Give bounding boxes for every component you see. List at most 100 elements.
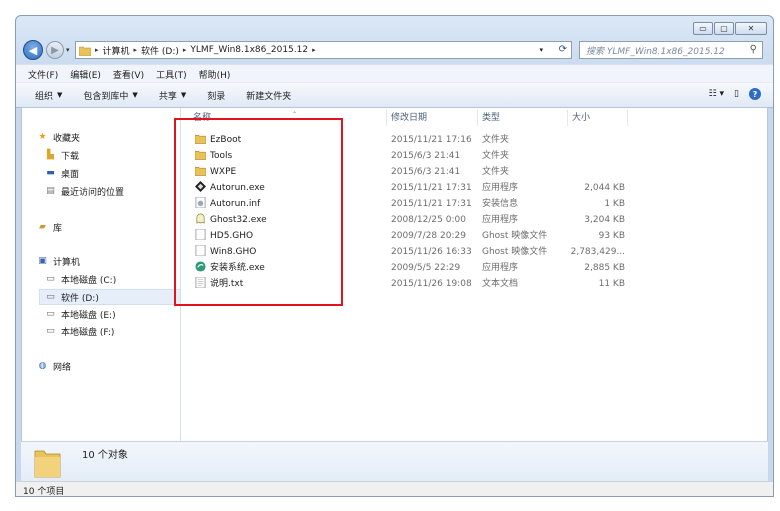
breadcrumb-separator[interactable]: ▸ — [134, 46, 138, 54]
column-header-type[interactable]: 类型 — [478, 110, 568, 126]
table-row[interactable]: EzBoot 2015/11/21 17:16 文件夹 — [181, 132, 767, 148]
include-in-library-label: 包含到库中 — [83, 91, 129, 102]
file-list: 名称 ⌃ 修改日期 类型 大小 EzBoot 2015/11/21 17:16 文… — [181, 108, 767, 442]
file-name: Autorun.exe — [210, 183, 265, 193]
sidebar-item-label: 下载 — [61, 151, 80, 162]
menu-file[interactable]: 文件(F) — [28, 68, 58, 81]
file-type: 应用程序 — [482, 263, 519, 273]
new-folder-button[interactable]: 新建文件夹 — [246, 89, 291, 102]
address-dropdown[interactable]: ▾ — [539, 42, 543, 58]
file-size: 2,885 KB — [584, 263, 625, 273]
drive-icon: ▭ — [46, 292, 55, 302]
sidebar-item-libraries[interactable]: ▰ 库 — [36, 220, 62, 234]
ghost-exe-icon — [196, 213, 205, 224]
refresh-icon[interactable]: ⟳ — [559, 42, 567, 58]
file-date: 2015/6/3 21:41 — [391, 151, 461, 161]
table-row[interactable]: WXPE 2015/6/3 21:41 文件夹 — [181, 164, 767, 180]
autorun-exe-icon — [195, 181, 206, 192]
folder-icon — [34, 450, 61, 478]
file-type: 应用程序 — [482, 183, 519, 193]
library-icon: ▰ — [39, 222, 46, 232]
breadcrumb-separator[interactable]: ▸ — [312, 46, 316, 54]
window-controls: ▭ ▢ ✕ — [692, 22, 767, 35]
sidebar-item-drive-f[interactable]: ▭ 本地磁盘 (F:) — [44, 324, 114, 338]
breadcrumb-drive-d[interactable]: 软件 (D:) — [141, 44, 179, 57]
file-size: 11 KB — [598, 279, 625, 289]
sidebar-item-label: 最近访问的位置 — [61, 187, 125, 198]
close-button[interactable]: ✕ — [735, 22, 767, 35]
table-row[interactable]: 安装系统.exe 2009/5/5 22:29 应用程序 2,885 KB — [181, 260, 767, 276]
breadcrumb-computer[interactable]: 计算机 — [103, 44, 130, 57]
burn-button[interactable]: 刻录 — [207, 89, 225, 102]
forward-button[interactable]: ▶ — [46, 41, 64, 59]
sidebar-item-network[interactable]: ◍ 网络 — [36, 359, 71, 373]
chevron-down-icon: ▼ — [57, 91, 63, 99]
sidebar-item-computer[interactable]: ▣ 计算机 — [36, 254, 80, 268]
preview-pane-icon[interactable]: ▯ — [734, 89, 739, 99]
file-name: 安装系统.exe — [210, 263, 265, 273]
network-icon: ◍ — [38, 361, 47, 371]
menu-edit[interactable]: 编辑(E) — [70, 68, 101, 81]
table-row[interactable]: Autorun.inf 2015/11/21 17:31 安装信息 1 KB — [181, 196, 767, 212]
gho-file-icon — [195, 229, 206, 240]
file-size: 1 KB — [604, 199, 625, 209]
search-placeholder: 搜索 YLMF_Win8.1x86_2015.12 — [586, 46, 725, 57]
downloads-folder-icon: ▙ — [47, 150, 54, 160]
sidebar-item-label: 本地磁盘 (E:) — [61, 310, 116, 321]
breadcrumb-separator[interactable]: ▸ — [95, 46, 99, 54]
chevron-down-icon: ▼ — [180, 91, 187, 99]
column-header-label: 名称 — [193, 113, 212, 123]
address-bar[interactable]: ▸ 计算机 ▸ 软件 (D:) ▸ YLMF_Win8.1x86_2015.12… — [75, 41, 572, 59]
sidebar-item-recent[interactable]: ▤ 最近访问的位置 — [44, 184, 124, 198]
folder-icon — [195, 151, 206, 160]
breadcrumb-current-folder[interactable]: YLMF_Win8.1x86_2015.12 — [190, 45, 308, 55]
file-date: 2015/11/26 16:33 — [391, 247, 472, 257]
menu-view[interactable]: 查看(V) — [113, 68, 144, 81]
file-name: Win8.GHO — [210, 247, 257, 257]
sidebar-item-downloads[interactable]: ▙ 下载 — [44, 148, 79, 162]
forward-arrow-icon: ▶ — [51, 44, 59, 56]
burn-label: 刻录 — [207, 91, 226, 102]
file-name: EzBoot — [210, 135, 242, 145]
recent-pages-dropdown[interactable]: ▾ — [66, 46, 70, 54]
minimize-button[interactable]: ▭ — [693, 22, 713, 35]
breadcrumb-separator[interactable]: ▸ — [183, 46, 187, 54]
search-icon[interactable]: ⚲ — [750, 44, 757, 55]
file-date: 2015/11/21 17:31 — [391, 199, 472, 209]
sidebar-item-drive-c[interactable]: ▭ 本地磁盘 (C:) — [44, 272, 116, 286]
search-input[interactable]: 搜索 YLMF_Win8.1x86_2015.12 ⚲ — [579, 41, 763, 59]
back-button[interactable]: ◀ — [23, 40, 43, 60]
share-button[interactable]: 共享 ▼ — [159, 89, 186, 102]
details-object-count: 10 个对象 — [82, 450, 128, 461]
menu-help[interactable]: 帮助(H) — [199, 68, 231, 81]
include-in-library-button[interactable]: 包含到库中 ▼ — [83, 89, 137, 102]
table-row[interactable]: Win8.GHO 2015/11/26 16:33 Ghost 映像文件 2,7… — [181, 244, 767, 260]
sidebar-item-label: 库 — [53, 223, 63, 234]
sidebar-item-desktop[interactable]: ▬ 桌面 — [44, 166, 79, 180]
file-type: 文件夹 — [482, 167, 510, 177]
file-date: 2015/11/21 17:31 — [391, 183, 472, 193]
table-row[interactable]: Ghost32.exe 2008/12/25 0:00 应用程序 3,204 K… — [181, 212, 767, 228]
view-options-icon[interactable]: ☷ ▾ — [709, 89, 724, 99]
organize-button[interactable]: 组织 ▼ — [35, 89, 62, 102]
sidebar-item-drive-e[interactable]: ▭ 本地磁盘 (E:) — [44, 307, 116, 321]
maximize-button[interactable]: ▢ — [714, 22, 734, 35]
table-row[interactable]: Tools 2015/6/3 21:41 文件夹 — [181, 148, 767, 164]
table-row[interactable]: Autorun.exe 2015/11/21 17:31 应用程序 2,044 … — [181, 180, 767, 196]
column-header-label: 大小 — [572, 113, 591, 123]
column-header-name[interactable]: 名称 ⌃ — [189, 110, 387, 126]
menu-tools[interactable]: 工具(T) — [156, 68, 187, 81]
file-size: 3,204 KB — [584, 215, 625, 225]
column-header-size[interactable]: 大小 — [568, 110, 628, 126]
column-header-date[interactable]: 修改日期 — [387, 110, 478, 126]
sidebar-item-favorites[interactable]: ★ 收藏夹 — [36, 130, 80, 144]
table-row[interactable]: HD5.GHO 2009/7/28 20:29 Ghost 映像文件 93 KB — [181, 228, 767, 244]
help-icon[interactable]: ? — [749, 88, 761, 100]
star-icon: ★ — [38, 132, 47, 142]
sidebar-item-drive-d[interactable]: ▭ 软件 (D:) — [39, 289, 181, 305]
file-date: 2015/6/3 21:41 — [391, 167, 461, 177]
table-row[interactable]: 说明.txt 2015/11/26 19:08 文本文档 11 KB — [181, 276, 767, 292]
new-folder-label: 新建文件夹 — [246, 91, 292, 102]
folder-icon — [195, 167, 206, 176]
gho-file-icon — [195, 245, 206, 256]
